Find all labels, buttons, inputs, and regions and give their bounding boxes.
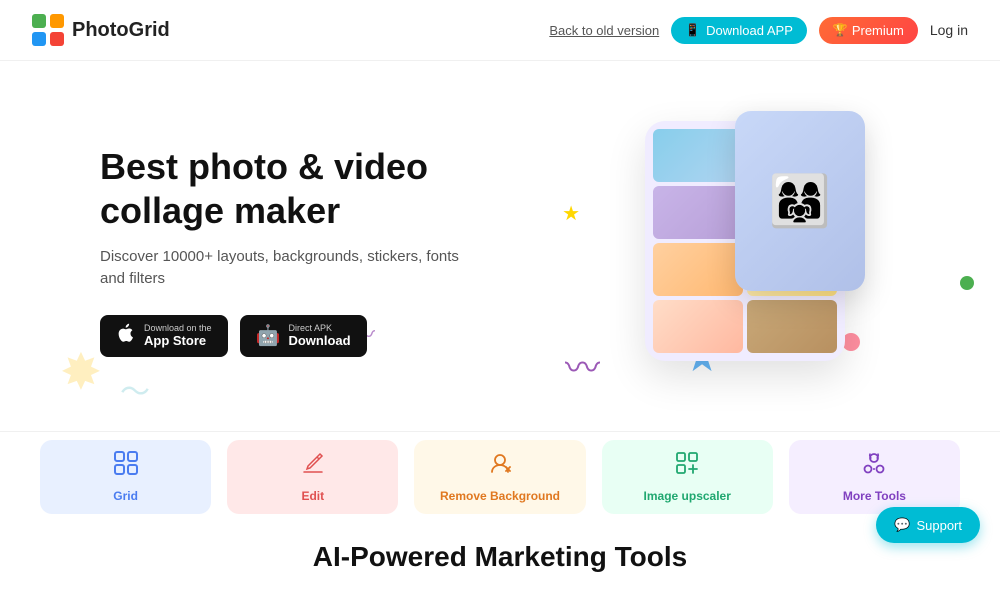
photo-cell-brown bbox=[747, 300, 837, 353]
edit-label: Edit bbox=[301, 489, 324, 503]
logo-text: PhotoGrid bbox=[72, 19, 170, 42]
edit-icon bbox=[300, 450, 326, 483]
photo-cell-peach bbox=[653, 243, 743, 296]
remove-bg-icon bbox=[487, 450, 513, 483]
hero-buttons: Download on the App Store 🤖 Direct APK D… bbox=[100, 315, 510, 357]
main-portrait-card: 👩‍👩‍👧 bbox=[735, 111, 865, 291]
more-tools-label: More Tools bbox=[843, 489, 906, 503]
login-button[interactable]: Log in bbox=[930, 22, 968, 38]
header-right: Back to old version Download APP Premium… bbox=[549, 17, 968, 44]
sun-decoration: ✸ bbox=[60, 343, 102, 401]
ai-section: AI-Powered Marketing Tools bbox=[0, 521, 1000, 593]
support-icon: 💬 bbox=[894, 517, 910, 533]
apk-text: Direct APK Download bbox=[288, 323, 350, 348]
hero-section: ✸ 〜 〰 Best photo & video collage maker D… bbox=[0, 61, 1000, 431]
tools-section: Grid Edit Remove Background bbox=[0, 431, 1000, 521]
hero-content: Best photo & video collage maker Discove… bbox=[100, 145, 510, 356]
upscale-icon bbox=[674, 450, 700, 483]
logo-icon bbox=[32, 14, 64, 46]
header: PhotoGrid Back to old version Download A… bbox=[0, 0, 1000, 61]
tool-edit[interactable]: Edit bbox=[227, 440, 398, 514]
more-tools-icon bbox=[861, 450, 887, 483]
photo-cell-donuts bbox=[653, 300, 743, 353]
hero-subtitle: Discover 10000+ layouts, backgrounds, st… bbox=[100, 246, 460, 291]
ai-section-title: AI-Powered Marketing Tools bbox=[20, 541, 980, 573]
premium-button[interactable]: Premium bbox=[819, 17, 918, 44]
remove-bg-label: Remove Background bbox=[440, 489, 560, 503]
support-label: Support bbox=[916, 518, 962, 533]
app-store-button[interactable]: Download on the App Store bbox=[100, 315, 228, 357]
hero-title: Best photo & video collage maker bbox=[100, 145, 480, 231]
logo[interactable]: PhotoGrid bbox=[32, 14, 170, 46]
blob-decoration: 〜 bbox=[120, 367, 150, 411]
grid-label: Grid bbox=[113, 489, 138, 503]
download-app-button[interactable]: Download APP bbox=[671, 17, 807, 44]
tool-more[interactable]: More Tools bbox=[789, 440, 960, 514]
tool-grid[interactable]: Grid bbox=[40, 440, 211, 514]
tool-remove-bg[interactable]: Remove Background bbox=[414, 440, 585, 514]
photo-cell-lavender bbox=[653, 186, 743, 239]
hero-illustration: ★ 〰 ★ 👩‍👧 bbox=[510, 91, 920, 411]
photo-cell-sky bbox=[653, 129, 743, 182]
support-button[interactable]: 💬 Support bbox=[876, 507, 980, 543]
green-dot-deco bbox=[960, 276, 974, 290]
apk-button[interactable]: 🤖 Direct APK Download bbox=[240, 315, 367, 357]
android-icon: 🤖 bbox=[256, 323, 281, 348]
tool-upscale[interactable]: Image upscaler bbox=[602, 440, 773, 514]
app-store-text: Download on the App Store bbox=[144, 323, 212, 348]
purple-squiggle-hero: 〰 bbox=[565, 340, 600, 391]
upscale-label: Image upscaler bbox=[644, 489, 731, 503]
grid-icon bbox=[113, 450, 139, 483]
apple-icon bbox=[116, 323, 136, 349]
back-old-link[interactable]: Back to old version bbox=[549, 23, 659, 38]
